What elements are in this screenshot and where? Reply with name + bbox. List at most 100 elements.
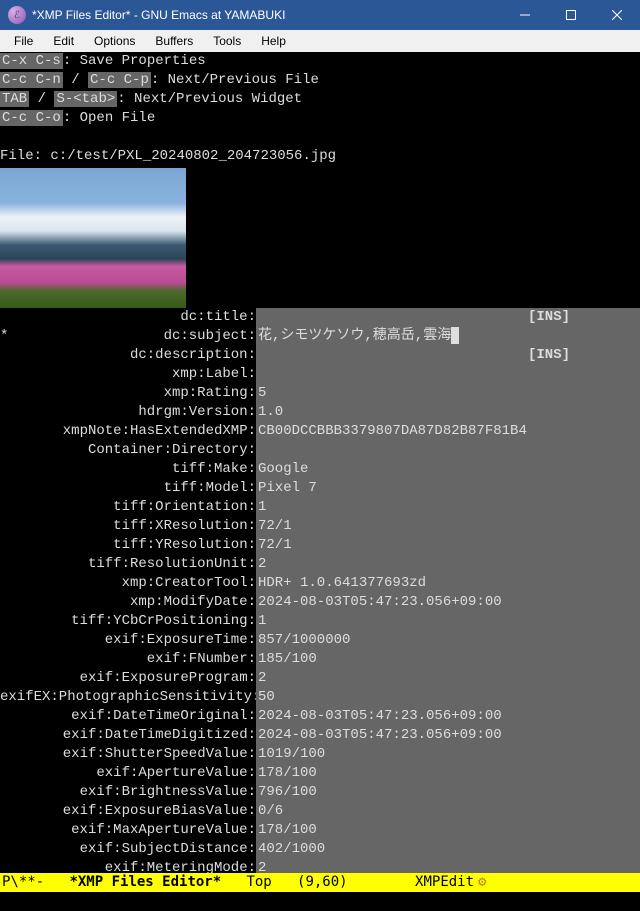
field-label: xmp:ModifyDate: xyxy=(0,593,256,612)
field-row: hdrgm:Version: 1.0 xyxy=(0,403,640,422)
field-value[interactable]: 1.0 xyxy=(256,403,640,422)
field-value[interactable]: [INS] xyxy=(256,346,640,365)
field-row: tiff:XResolution: 72/1 xyxy=(0,517,640,536)
help-line-nextfile: C-c C-n / C-c C-p: Next/Previous File xyxy=(0,71,640,90)
field-label: dc:subject: xyxy=(0,327,256,346)
maximize-button[interactable] xyxy=(548,0,594,30)
modeline-mode: XMPEdit xyxy=(415,873,474,892)
field-value[interactable]: 2 xyxy=(256,555,640,574)
modeline-buffer: *XMP Files Editor* xyxy=(69,873,221,892)
field-label: dc:description: xyxy=(0,346,256,365)
close-button[interactable] xyxy=(594,0,640,30)
field-row: xmpNote:HasExtendedXMP: CB00DCCBBB337980… xyxy=(0,422,640,441)
field-row: exif:MaxApertureValue: 178/100 xyxy=(0,821,640,840)
field-row: exif:ApertureValue: 178/100 xyxy=(0,764,640,783)
emacs-modeline: P\**- *XMP Files Editor* Top (9,60) XMPE… xyxy=(0,873,640,892)
field-value[interactable]: 72/1 xyxy=(256,536,640,555)
field-value[interactable]: [INS] xyxy=(256,308,640,327)
field-value[interactable]: 72/1 xyxy=(256,517,640,536)
field-value[interactable]: 796/100 xyxy=(256,783,640,802)
field-row: exif:ExposureProgram: 2 xyxy=(0,669,640,688)
field-label: tiff:Orientation: xyxy=(0,498,256,517)
field-row: exif:ExposureTime: 857/1000000 xyxy=(0,631,640,650)
field-label: exif:DateTimeDigitized: xyxy=(0,726,256,745)
emacs-menubar: File Edit Options Buffers Tools Help xyxy=(0,30,640,52)
field-value[interactable]: HDR+ 1.0.641377693zd xyxy=(256,574,640,593)
field-value[interactable]: 1 xyxy=(256,612,640,631)
field-value[interactable]: Google xyxy=(256,460,640,479)
field-row: dc:title: [INS] xyxy=(0,308,640,327)
field-label: exif:BrightnessValue: xyxy=(0,783,256,802)
minimize-button[interactable] xyxy=(502,0,548,30)
editor-area[interactable]: C-x C-s: Save Properties C-c C-n / C-c C… xyxy=(0,52,640,873)
field-label: dc:title: xyxy=(0,308,256,327)
field-label: tiff:YCbCrPositioning: xyxy=(0,612,256,631)
modeline-position: Top (9,60) xyxy=(221,873,415,892)
field-value[interactable]: 2 xyxy=(256,669,640,688)
minibuf[interactable] xyxy=(0,892,640,911)
field-label: exif:FNumber: xyxy=(0,650,256,669)
field-value[interactable]: 2 xyxy=(256,859,640,873)
field-label: exifEX:PhotographicSensitivity: xyxy=(0,688,256,707)
field-value[interactable]: 2024-08-03T05:47:23.056+09:00 xyxy=(256,707,640,726)
emacs-icon: ℰ xyxy=(8,6,26,24)
ins-badge[interactable]: [INS] xyxy=(528,346,570,365)
field-value[interactable]: 857/1000000 xyxy=(256,631,640,650)
field-row: xmp:Label: xyxy=(0,365,640,384)
field-value[interactable]: 2024-08-03T05:47:23.056+09:00 xyxy=(256,726,640,745)
field-value[interactable]: 花,シモツケソウ,穂高岳,雲海 xyxy=(256,327,640,346)
field-value[interactable]: Pixel 7 xyxy=(256,479,640,498)
field-row: exif:MeteringMode: 2 xyxy=(0,859,640,873)
field-label: tiff:YResolution: xyxy=(0,536,256,555)
field-label: xmpNote:HasExtendedXMP: xyxy=(0,422,256,441)
help-line-nextwidget: TAB / S-<tab>: Next/Previous Widget xyxy=(0,90,640,109)
xmp-fields: dc:title: [INS]*dc:subject: 花,シモツケソウ,穂高岳… xyxy=(0,308,640,873)
menu-edit[interactable]: Edit xyxy=(43,34,84,48)
field-row: dc:description: [INS] xyxy=(0,346,640,365)
field-value[interactable]: 178/100 xyxy=(256,764,640,783)
blank-line xyxy=(0,128,640,147)
field-value[interactable] xyxy=(256,441,640,460)
field-value[interactable]: 2024-08-03T05:47:23.056+09:00 xyxy=(256,593,640,612)
field-value[interactable]: 5 xyxy=(256,384,640,403)
menu-file[interactable]: File xyxy=(4,34,43,48)
field-value[interactable]: 1019/100 xyxy=(256,745,640,764)
field-value[interactable]: 0/6 xyxy=(256,802,640,821)
field-row: exif:ExposureBiasValue: 0/6 xyxy=(0,802,640,821)
field-value[interactable] xyxy=(256,365,640,384)
gear-icon: ⚙ xyxy=(478,873,486,892)
field-label: xmp:Rating: xyxy=(0,384,256,403)
field-row: tiff:ResolutionUnit: 2 xyxy=(0,555,640,574)
field-value[interactable]: 185/100 xyxy=(256,650,640,669)
field-row: tiff:YResolution: 72/1 xyxy=(0,536,640,555)
field-label: exif:ExposureBiasValue: xyxy=(0,802,256,821)
field-label: xmp:Label: xyxy=(0,365,256,384)
menu-help[interactable]: Help xyxy=(251,34,296,48)
field-value[interactable]: 402/1000 xyxy=(256,840,640,859)
field-label: exif:MeteringMode: xyxy=(0,859,256,873)
ins-badge[interactable]: [INS] xyxy=(528,308,570,327)
field-label: exif:ExposureProgram: xyxy=(0,669,256,688)
field-row: tiff:Make: Google xyxy=(0,460,640,479)
field-value[interactable]: 1 xyxy=(256,498,640,517)
field-row: xmp:Rating: 5 xyxy=(0,384,640,403)
field-label: tiff:ResolutionUnit: xyxy=(0,555,256,574)
modeline-status: P\**- xyxy=(2,873,69,892)
field-label: exif:ExposureTime: xyxy=(0,631,256,650)
field-row: exif:FNumber: 185/100 xyxy=(0,650,640,669)
field-value[interactable]: 178/100 xyxy=(256,821,640,840)
field-value[interactable]: CB00DCCBBB3379807DA87D82B87F81B4 xyxy=(256,422,640,441)
field-value[interactable]: 50 xyxy=(256,688,640,707)
field-label: hdrgm:Version: xyxy=(0,403,256,422)
field-label: exif:ShutterSpeedValue: xyxy=(0,745,256,764)
field-row: xmp:CreatorTool: HDR+ 1.0.641377693zd xyxy=(0,574,640,593)
menu-buffers[interactable]: Buffers xyxy=(145,34,203,48)
help-line-save: C-x C-s: Save Properties xyxy=(0,52,640,71)
field-row: xmp:ModifyDate: 2024-08-03T05:47:23.056+… xyxy=(0,593,640,612)
field-label: tiff:Model: xyxy=(0,479,256,498)
menu-tools[interactable]: Tools xyxy=(203,34,251,48)
field-row: exif:BrightnessValue: 796/100 xyxy=(0,783,640,802)
field-row: *dc:subject: 花,シモツケソウ,穂高岳,雲海 xyxy=(0,327,640,346)
menu-options[interactable]: Options xyxy=(84,34,145,48)
field-label: exif:SubjectDistance: xyxy=(0,840,256,859)
